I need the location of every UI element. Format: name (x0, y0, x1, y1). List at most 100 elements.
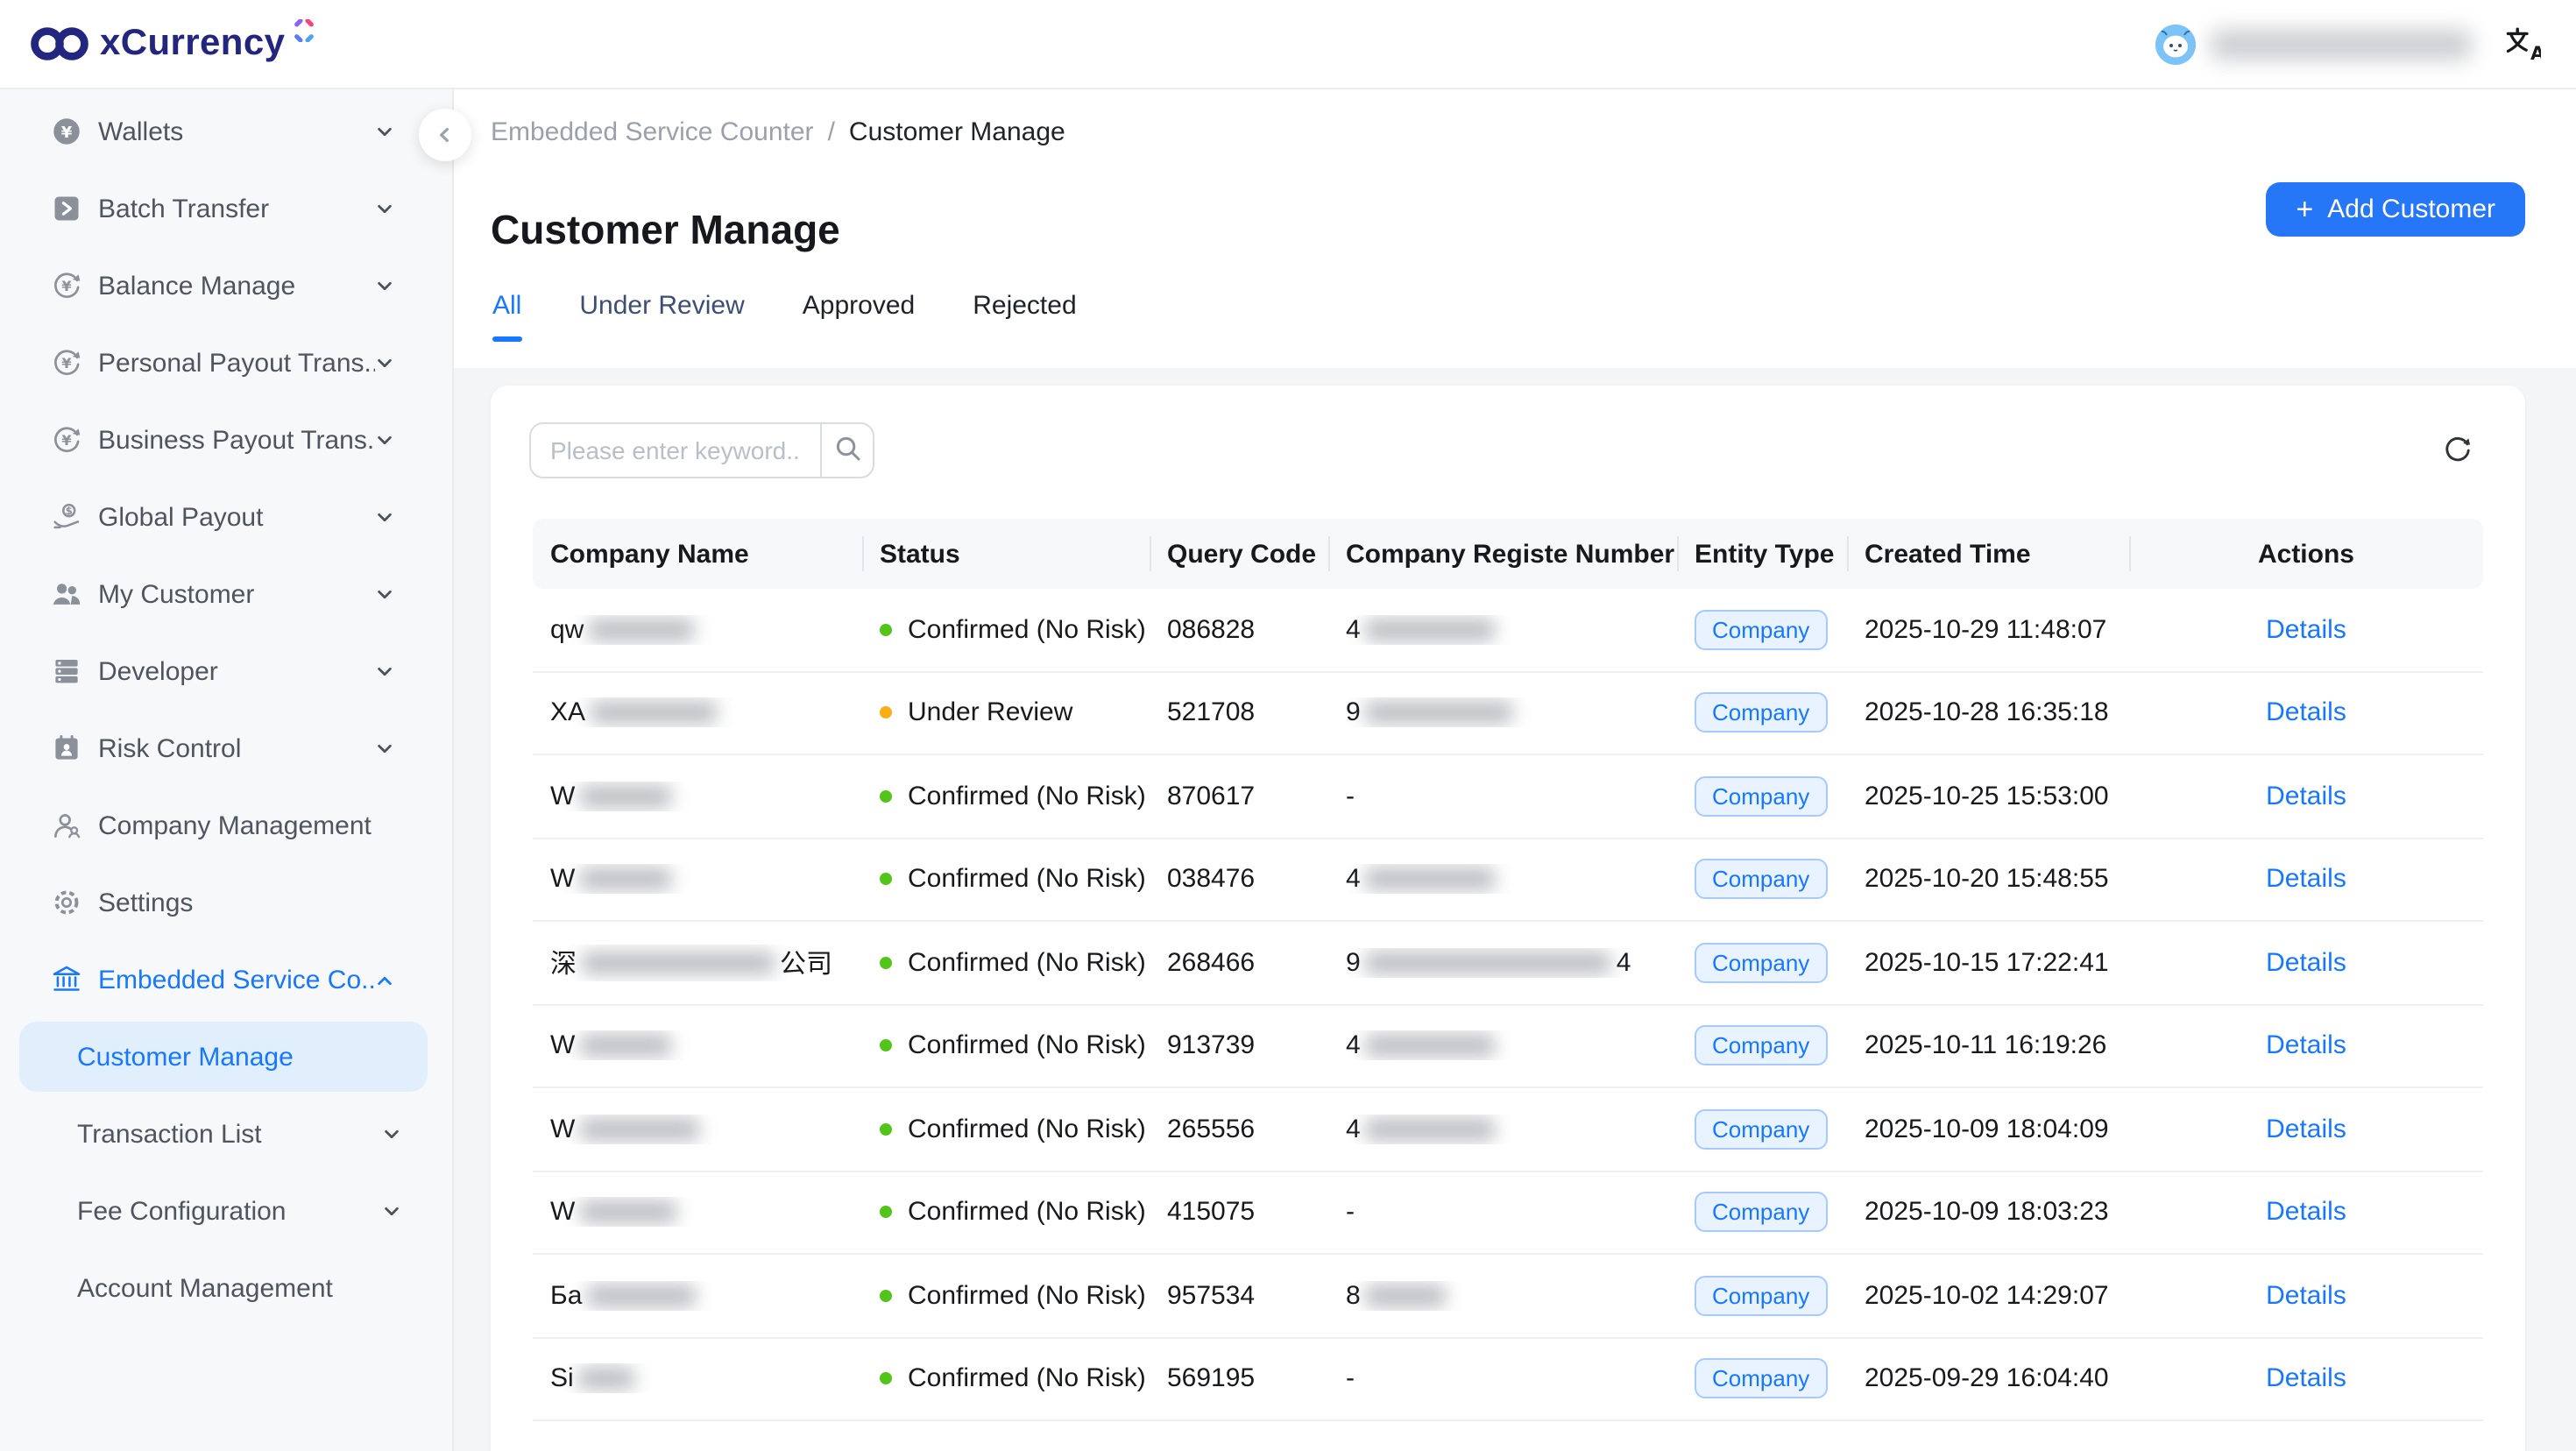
tab-under-review[interactable]: Under Review (579, 291, 744, 335)
registration-number-cell: 4 (1328, 615, 1677, 645)
sidebar-subitem-customer-manage[interactable]: Customer Manage (19, 1022, 428, 1092)
created-time-cell: 2025-10-02 14:29:07 (1847, 1281, 2129, 1311)
redacted-text (587, 1285, 696, 1307)
status-dot (880, 874, 892, 886)
company-name-cell: Si (533, 1364, 862, 1394)
entity-type-badge: Company (1695, 1193, 1827, 1233)
status-cell: Confirmed (No Risk) (862, 1281, 1150, 1311)
details-link[interactable]: Details (2266, 782, 2346, 811)
translate-icon[interactable]: A (2499, 21, 2544, 67)
column-header-actions: Actions (2129, 519, 2483, 589)
sidebar-item-risk-control[interactable]: Risk Control (0, 710, 452, 787)
search-input[interactable] (531, 424, 820, 477)
sidebar-subitem-transaction-list[interactable]: Transaction List (19, 1095, 428, 1172)
details-link[interactable]: Details (2266, 1198, 2346, 1228)
sidebar-item-company-management[interactable]: Company Management (0, 787, 452, 864)
sidebar-item-business-payout-trans[interactable]: ¥ Business Payout Trans... (0, 401, 452, 478)
bank-icon (51, 964, 82, 995)
sidebar-item-batch-transfer[interactable]: Batch Transfer (0, 170, 452, 247)
table-row: W Confirmed (No Risk) 415075 - Company 2… (533, 1171, 2483, 1255)
status-cell: Confirmed (No Risk) (862, 1031, 1150, 1061)
developer-icon (51, 655, 82, 687)
details-link[interactable]: Details (2266, 948, 2346, 978)
sidebar-item-embedded-service-co[interactable]: Embedded Service Co... (0, 941, 452, 1018)
sidebar-item-global-payout[interactable]: $ Global Payout (0, 478, 452, 556)
search-button[interactable] (820, 424, 873, 477)
sidebar-item-developer[interactable]: Developer (0, 633, 452, 710)
sidebar-item-wallets[interactable]: ¥ Wallets (0, 93, 452, 170)
svg-text:¥: ¥ (61, 278, 72, 294)
sidebar-subitem-fee-configuration[interactable]: Fee Configuration (19, 1172, 428, 1249)
refresh-button[interactable] (2438, 433, 2476, 471)
sidebar-item-my-customer[interactable]: My Customer (0, 556, 452, 633)
entity-type-cell: Company (1677, 1193, 1847, 1233)
sidebar-item-personal-payout-trans[interactable]: ¥ Personal Payout Trans... (0, 324, 452, 401)
redacted-text (580, 1118, 699, 1141)
created-time-cell: 2025-10-09 18:03:23 (1847, 1198, 2129, 1228)
sidebar-item-settings[interactable]: Settings (0, 864, 452, 941)
business-payout-icon: ¥ (51, 424, 82, 456)
company-name-cell: W (533, 1198, 862, 1228)
entity-type-cell: Company (1677, 1359, 1847, 1399)
breadcrumb-parent[interactable]: Embedded Service Counter (491, 117, 814, 147)
column-header-query-code: Query Code (1150, 519, 1328, 589)
table-body: qw Confirmed (No Risk) 086828 4 Company … (533, 589, 2483, 1421)
balance-manage-icon: ¥ (51, 270, 82, 301)
entity-type-cell: Company (1677, 610, 1847, 650)
table-header: Company NameStatusQuery CodeCompany Regi… (533, 519, 2483, 589)
registration-number-cell: 9 (1328, 698, 1677, 728)
svg-text:¥: ¥ (61, 124, 73, 142)
details-link[interactable]: Details (2266, 1364, 2346, 1394)
redacted-text (582, 952, 775, 974)
registration-number-cell: 4 (1328, 1115, 1677, 1144)
column-header-company-registe-number: Company Registe Number (1328, 519, 1677, 589)
sidebar-submenu: Customer Manage Transaction List Fee Con… (0, 1022, 452, 1327)
redacted-text (1366, 868, 1496, 891)
sidebar-subitem-account-management[interactable]: Account Management (19, 1249, 428, 1327)
details-link[interactable]: Details (2266, 698, 2346, 728)
entity-type-badge: Company (1695, 1026, 1827, 1066)
tab-all[interactable]: All (492, 291, 521, 335)
table-row: 深公司 Confirmed (No Risk) 268466 94 Compan… (533, 922, 2483, 1005)
tab-approved[interactable]: Approved (803, 291, 915, 335)
created-time-cell: 2025-10-15 17:22:41 (1847, 948, 2129, 978)
sidebar-collapse-button[interactable] (419, 109, 471, 161)
entity-type-badge: Company (1695, 1359, 1827, 1399)
sidebar-item-balance-manage[interactable]: ¥ Balance Manage (0, 247, 452, 324)
created-time-cell: 2025-10-25 15:53:00 (1847, 782, 2129, 811)
chevron-down-icon (375, 584, 394, 604)
entity-type-badge: Company (1695, 1276, 1827, 1316)
query-code-cell: 086828 (1150, 615, 1328, 645)
table-row: Ба Confirmed (No Risk) 957534 8 Company … (533, 1255, 2483, 1338)
status-dot (880, 1373, 892, 1385)
wallet-icon: ¥ (51, 116, 82, 147)
details-link[interactable]: Details (2266, 615, 2346, 645)
details-link[interactable]: Details (2266, 1281, 2346, 1311)
company-name-cell: 深公司 (533, 945, 862, 981)
chevron-down-icon (375, 199, 394, 218)
details-link[interactable]: Details (2266, 1031, 2346, 1061)
avatar[interactable] (2155, 24, 2196, 64)
chevron-down-icon (375, 122, 394, 141)
details-link[interactable]: Details (2266, 865, 2346, 895)
details-link[interactable]: Details (2266, 1115, 2346, 1144)
tab-rejected[interactable]: Rejected (973, 291, 1076, 335)
entity-type-badge: Company (1695, 860, 1827, 900)
table-row: qw Confirmed (No Risk) 086828 4 Company … (533, 589, 2483, 672)
chevron-down-icon (375, 507, 394, 527)
redacted-text (580, 868, 671, 891)
company-name-cell: Ба (533, 1281, 862, 1311)
registration-number-cell: - (1328, 1198, 1677, 1228)
status-cell: Confirmed (No Risk) (862, 1198, 1150, 1228)
add-customer-button[interactable]: + Add Customer (2266, 182, 2525, 237)
user-menu[interactable] (2155, 24, 2471, 64)
status-cell: Confirmed (No Risk) (862, 782, 1150, 811)
registration-number-cell: 94 (1328, 948, 1677, 978)
top-bar: xCurrency A (0, 0, 2576, 89)
settings-icon (51, 887, 82, 918)
entity-type-cell: Company (1677, 943, 1847, 983)
company-management-icon (51, 810, 82, 841)
query-code-cell: 038476 (1150, 865, 1328, 895)
status-cell: Under Review (862, 698, 1150, 728)
company-name-cell: W (533, 1031, 862, 1061)
